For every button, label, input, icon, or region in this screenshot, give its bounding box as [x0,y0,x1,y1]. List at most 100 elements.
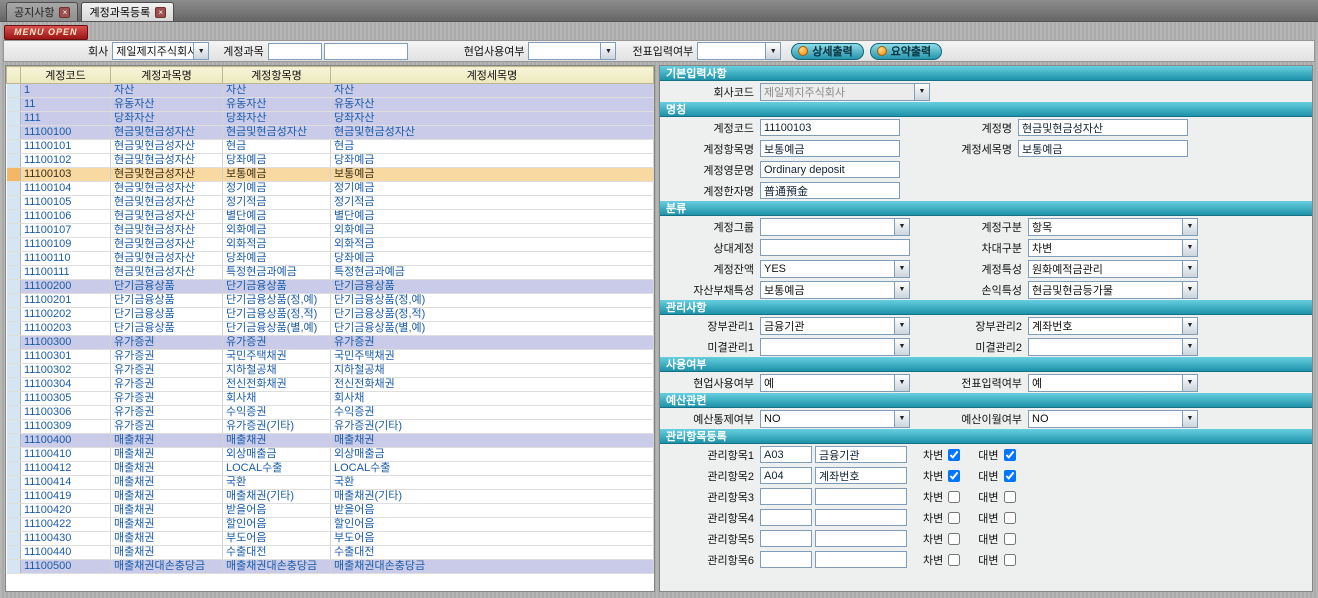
account-code-search-input[interactable] [268,43,322,60]
debit-credit-division-select[interactable]: 차변 ▼ [1028,239,1198,257]
table-row[interactable]: 11100440매출채권수출대전수출대전 [7,546,654,560]
row-selector[interactable] [7,322,21,336]
credit-checkbox[interactable] [1004,449,1016,461]
open-manage2-select[interactable]: ▼ [1028,338,1198,356]
row-selector[interactable] [7,84,21,98]
table-row[interactable]: 11100200단기금융상품단기금융상품단기금융상품 [7,280,654,294]
row-selector[interactable] [7,210,21,224]
account-name-search-input[interactable] [324,43,408,60]
row-selector[interactable] [7,336,21,350]
row-selector[interactable] [7,364,21,378]
table-row[interactable]: 11100414매출채권국환국환 [7,476,654,490]
company-select[interactable]: 제일제지주식회사 ▼ [112,42,209,60]
table-row[interactable]: 11100106현금및현금성자산별단예금별단예금 [7,210,654,224]
table-row[interactable]: 11100500매출채권대손충당금매출채권대손충당금매출채권대손충당금 [7,560,654,574]
company-code-select[interactable]: 제일제지주식회사 ▼ [760,83,930,101]
table-row[interactable]: 11100412매출채권LOCAL수출LOCAL수출 [7,462,654,476]
management-item-name-input[interactable] [815,530,907,547]
management-item-code-input[interactable] [760,488,812,505]
row-selector[interactable] [7,434,21,448]
table-row[interactable]: 11100102현금및현금성자산당좌예금당좌예금 [7,154,654,168]
table-row[interactable]: 11100201단기금융상품단기금융상품(정,예)단기금융상품(정,예) [7,294,654,308]
detail-print-button[interactable]: 상세출력 [791,43,863,60]
row-selector[interactable] [7,168,21,182]
row-selector[interactable] [7,224,21,238]
table-row[interactable]: 11유동자산유동자산유동자산 [7,98,654,112]
profit-loss-trait-select[interactable]: 현금및현금등가물 ▼ [1028,281,1198,299]
row-selector[interactable] [7,420,21,434]
credit-checkbox[interactable] [1004,512,1016,524]
row-selector[interactable] [7,266,21,280]
table-row[interactable]: 11100305유가증권회사채회사채 [7,392,654,406]
row-selector[interactable] [7,476,21,490]
account-code-input[interactable] [760,119,900,136]
tab-close-icon[interactable]: × [59,7,70,18]
tab-notice[interactable]: 공지사항 × [6,2,78,21]
row-selector[interactable] [7,140,21,154]
slip-input-filter-select[interactable]: ▼ [697,42,781,60]
budget-carryover-select[interactable]: NO ▼ [1028,410,1198,428]
row-selector[interactable] [7,280,21,294]
open-manage1-select[interactable]: ▼ [760,338,910,356]
table-row[interactable]: 11100105현금및현금성자산정기적금정기적금 [7,196,654,210]
debit-checkbox[interactable] [948,512,960,524]
debit-checkbox[interactable] [948,554,960,566]
account-group-select[interactable]: ▼ [760,218,910,236]
row-selector[interactable] [7,462,21,476]
row-selector[interactable] [7,518,21,532]
table-row[interactable]: 11100202단기금융상품단기금융상품(정,적)단기금융상품(정,적) [7,308,654,322]
management-item-code-input[interactable] [760,446,812,463]
debit-checkbox[interactable] [948,470,960,482]
row-selector[interactable] [7,392,21,406]
item-name-input[interactable] [760,140,900,157]
row-selector[interactable] [7,154,21,168]
english-name-input[interactable] [760,161,900,178]
menu-open-button[interactable]: MENU OPEN [4,25,88,40]
management-item-name-input[interactable] [815,488,907,505]
table-row[interactable]: 11100302유가증권지하철공채지하철공채 [7,364,654,378]
book-manage2-select[interactable]: 계좌번호 ▼ [1028,317,1198,335]
table-row[interactable]: 1자산자산자산 [7,84,654,98]
table-row[interactable]: 11100309유가증권유가증권(기타)유가증권(기타) [7,420,654,434]
table-row[interactable]: 11100400매출채권매출채권매출채권 [7,434,654,448]
debit-checkbox[interactable] [948,491,960,503]
table-row[interactable]: 11100419매출채권매출채권(기타)매출채권(기타) [7,490,654,504]
table-row[interactable]: 11100100현금및현금성자산현금및현금성자산현금및현금성자산 [7,126,654,140]
management-item-name-input[interactable] [815,509,907,526]
field-use-select[interactable]: 예 ▼ [760,374,910,392]
row-selector[interactable] [7,546,21,560]
management-item-name-input[interactable] [815,467,907,484]
row-selector[interactable] [7,406,21,420]
table-row[interactable]: 11100306유가증권수익증권수익증권 [7,406,654,420]
row-selector[interactable] [7,294,21,308]
row-selector[interactable] [7,490,21,504]
tab-close-icon[interactable]: × [155,7,166,18]
table-row[interactable]: 11100101현금및현금성자산현금현금 [7,140,654,154]
account-name-input[interactable] [1018,119,1188,136]
asset-liability-trait-select[interactable]: 보통예금 ▼ [760,281,910,299]
row-selector[interactable] [7,560,21,574]
table-row[interactable]: 11100410매출채권외상매출금외상매출금 [7,448,654,462]
credit-checkbox[interactable] [1004,533,1016,545]
row-selector[interactable] [7,112,21,126]
account-division-select[interactable]: 항목 ▼ [1028,218,1198,236]
table-row[interactable]: 11100420매출채권받을어음받을어음 [7,504,654,518]
row-selector[interactable] [7,378,21,392]
table-row[interactable]: 11100111현금및현금성자산특정현금과예금특정현금과예금 [7,266,654,280]
management-item-code-input[interactable] [760,530,812,547]
table-row[interactable]: 11100430매출채권부도어음부도어음 [7,532,654,546]
table-row[interactable]: 111당좌자산당좌자산당좌자산 [7,112,654,126]
book-manage1-select[interactable]: 금융기관 ▼ [760,317,910,335]
table-row[interactable]: 11100301유가증권국민주택채권국민주택채권 [7,350,654,364]
row-selector[interactable] [7,196,21,210]
table-row[interactable]: 11100104현금및현금성자산정기예금정기예금 [7,182,654,196]
slip-input-select[interactable]: 예 ▼ [1028,374,1198,392]
management-item-code-input[interactable] [760,467,812,484]
management-item-name-input[interactable] [815,446,907,463]
debit-checkbox[interactable] [948,449,960,461]
row-selector[interactable] [7,98,21,112]
credit-checkbox[interactable] [1004,470,1016,482]
row-selector[interactable] [7,126,21,140]
row-selector[interactable] [7,238,21,252]
tab-account-register[interactable]: 계정과목등록 × [81,2,174,21]
